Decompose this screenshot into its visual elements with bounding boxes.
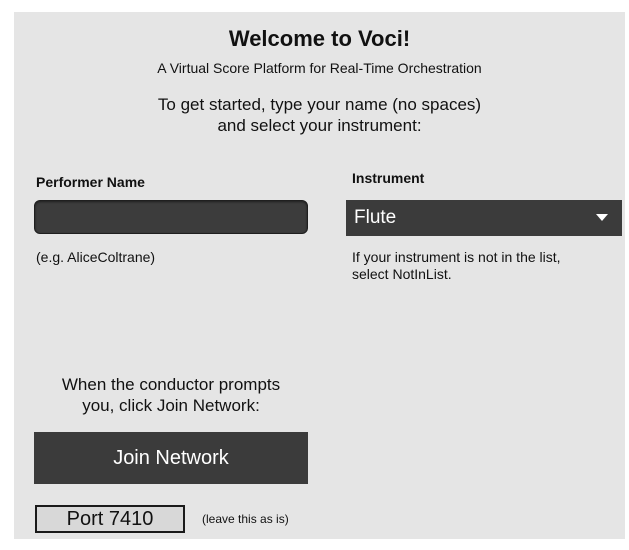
instrument-selected-value: Flute	[354, 207, 397, 228]
instructions-line-1: To get started, type your name (no space…	[157, 95, 482, 114]
instructions-text: To get started, type your name (no space…	[14, 94, 625, 136]
page-subtitle: A Virtual Score Platform for Real-Time O…	[157, 60, 482, 76]
page-title: Welcome to Voci!	[228, 26, 411, 51]
instrument-help-line-2: select NotInList.	[352, 266, 452, 282]
welcome-panel: Welcome to Voci! A Virtual Score Platfor…	[14, 12, 625, 539]
join-network-button[interactable]: Join Network	[34, 432, 308, 484]
instrument-help-line-1: If your instrument is not in the list,	[352, 249, 561, 265]
instrument-help-text: If your instrument is not in the list, s…	[352, 249, 628, 283]
join-prompt-text: When the conductor prompts you, click Jo…	[34, 374, 308, 416]
performer-name-input[interactable]	[34, 200, 308, 234]
instrument-label: Instrument	[352, 170, 425, 186]
performer-name-label: Performer Name	[36, 174, 145, 190]
dropdown-arrow-icon	[596, 214, 608, 221]
instructions-line-2: and select your instrument:	[217, 116, 422, 135]
port-hint: (leave this as is)	[202, 512, 289, 526]
join-prompt-line-2: you, click Join Network:	[82, 396, 260, 415]
join-prompt-line-1: When the conductor prompts	[61, 375, 281, 394]
instrument-select[interactable]: Flute	[346, 200, 622, 236]
performer-name-example: (e.g. AliceColtrane)	[36, 249, 156, 265]
port-input[interactable]	[35, 505, 185, 533]
